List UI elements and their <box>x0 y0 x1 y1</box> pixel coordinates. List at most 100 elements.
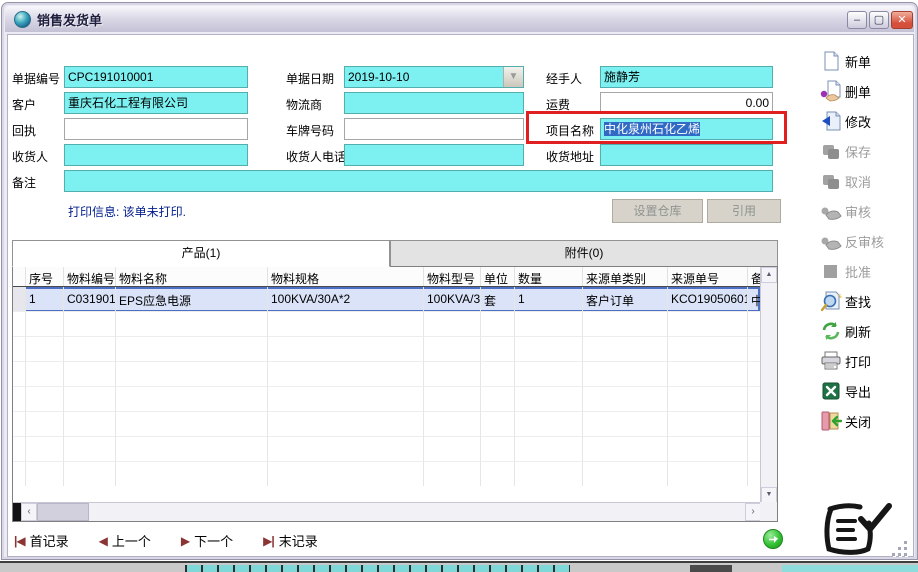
vertical-scrollbar[interactable]: ▲ ▼ <box>760 267 777 503</box>
doc-no-label: 单据编号 <box>12 70 60 87</box>
receipt-field[interactable] <box>64 118 248 140</box>
consignee-phone-field[interactable] <box>344 144 524 166</box>
sidebar-button-new-doc[interactable]: 新单 <box>820 50 914 72</box>
sidebar-button-label: 新单 <box>845 52 871 71</box>
delivery-address-field[interactable] <box>600 144 773 166</box>
table-body: 1C0319013EPS应急电源100KVA/30A*2100KVA/30A*2… <box>13 287 760 486</box>
table-cell: 1 <box>515 287 583 312</box>
sidebar-button-label: 查找 <box>845 292 871 311</box>
column-header[interactable] <box>13 267 26 286</box>
empty-row <box>13 387 760 412</box>
screen: 销售发货单 – ▢ ✕ 单据编号 CPC191010001 单据日期 2019-… <box>0 0 918 572</box>
sketch-document-check-icon <box>815 496 895 567</box>
nav-first-record[interactable]: |◀首记录 <box>14 531 69 550</box>
tab-attachments[interactable]: 附件(0) <box>390 240 778 267</box>
nav-last-record[interactable]: ▶|末记录 <box>263 531 318 550</box>
table-cell: 1 <box>26 287 64 312</box>
delivery-address-label: 收货地址 <box>546 148 594 165</box>
nav-prev-record[interactable]: ◀上一个 <box>99 531 151 550</box>
consignee-field[interactable] <box>64 144 248 166</box>
doc-date-field[interactable]: 2019-10-10 ▼ <box>344 66 524 88</box>
sidebar-button-cancel: 取消 <box>820 170 914 192</box>
table-row[interactable]: 1C0319013EPS应急电源100KVA/30A*2100KVA/30A*2… <box>13 287 760 312</box>
consignee-label: 收货人 <box>12 148 48 165</box>
consignee-phone-label: 收货人电话 <box>286 148 346 165</box>
sidebar-button-search[interactable]: 查找 <box>820 290 914 312</box>
hscroll-thumb[interactable] <box>37 503 89 521</box>
close-button[interactable]: ✕ <box>891 11 913 29</box>
column-header[interactable]: 数量 <box>515 267 583 286</box>
doc-no-field[interactable]: CPC191010001 <box>64 66 248 88</box>
project-field[interactable]: 中化泉州石化乙烯 <box>600 118 773 140</box>
plate-no-label: 车牌号码 <box>286 122 334 139</box>
scroll-down-icon[interactable]: ▼ <box>761 487 777 503</box>
cancel-icon <box>820 170 842 192</box>
sidebar-button-export[interactable]: 导出 <box>820 380 914 402</box>
sidebar-button-print[interactable]: 打印 <box>820 350 914 372</box>
sidebar-button-close-app[interactable]: 关闭 <box>820 410 914 432</box>
items-table: 序号物料编号物料名称物料规格物料型号单位数量来源单类别来源单号备注 1C0319… <box>12 266 778 522</box>
empty-row <box>13 462 760 486</box>
title-bar[interactable]: 销售发货单 <box>5 6 914 32</box>
table-cell: 中 <box>748 287 760 312</box>
sidebar-button-label: 反审核 <box>845 232 884 251</box>
sidebar-button-refresh[interactable]: 刷新 <box>820 320 914 342</box>
maximize-button[interactable]: ▢ <box>869 11 889 29</box>
logistics-label: 物流商 <box>286 96 322 113</box>
doc-date-label: 单据日期 <box>286 70 334 87</box>
column-header[interactable]: 单位 <box>481 267 515 286</box>
date-dropdown-icon[interactable]: ▼ <box>503 67 523 87</box>
empty-row <box>13 312 760 337</box>
column-header[interactable]: 序号 <box>26 267 64 286</box>
print-info-text: 打印信息: 该单未打印. <box>68 203 186 220</box>
handler-field[interactable]: 施静芳 <box>600 66 773 88</box>
background-window-sliver <box>0 561 918 572</box>
table-cell: EPS应急电源 <box>116 287 268 312</box>
table-cell: 100KVA/30A*2 <box>268 287 424 312</box>
column-header[interactable]: 物料型号 <box>424 267 481 286</box>
empty-row <box>13 362 760 387</box>
empty-row <box>13 337 760 362</box>
audit-icon <box>820 200 842 222</box>
sidebar-button-label: 关闭 <box>845 412 871 431</box>
scroll-up-icon[interactable]: ▲ <box>761 267 777 283</box>
nav-next-record[interactable]: ▶下一个 <box>181 531 233 550</box>
scroll-right-icon[interactable]: › <box>745 503 761 521</box>
column-header[interactable]: 物料编号 <box>64 267 116 286</box>
handler-label: 经手人 <box>546 70 582 87</box>
logistics-field[interactable] <box>344 92 524 114</box>
freight-label: 运费 <box>546 96 570 113</box>
window-globe-icon <box>14 11 31 28</box>
sidebar-button-label: 打印 <box>845 352 871 371</box>
remark-field[interactable] <box>64 170 773 192</box>
freight-field[interactable]: 0.00 <box>600 92 773 114</box>
minimize-button[interactable]: – <box>847 11 867 29</box>
column-header[interactable]: 来源单类别 <box>583 267 668 286</box>
resize-grip[interactable] <box>893 542 909 558</box>
column-header[interactable]: 来源单号 <box>668 267 748 286</box>
horizontal-scrollbar[interactable]: ‹ › <box>13 502 761 521</box>
sidebar-button-label: 取消 <box>845 172 871 191</box>
scroll-left-icon[interactable]: ‹ <box>21 503 37 521</box>
refresh-icon <box>820 320 842 342</box>
column-header[interactable]: 物料名称 <box>116 267 268 286</box>
sidebar-button-label: 刷新 <box>845 322 871 341</box>
sidebar-button-audit: 审核 <box>820 200 914 222</box>
customer-label: 客户 <box>12 96 36 113</box>
last-record-icon: ▶| <box>263 534 274 548</box>
export-icon <box>820 380 842 402</box>
plate-no-field[interactable] <box>344 118 524 140</box>
customer-field[interactable]: 重庆石化工程有限公司 <box>64 92 248 114</box>
tab-products[interactable]: 产品(1) <box>12 240 390 267</box>
receipt-label: 回执 <box>12 122 36 139</box>
column-header[interactable]: 物料规格 <box>268 267 424 286</box>
sidebar-button-label: 修改 <box>845 112 871 131</box>
unaudit-icon <box>820 230 842 252</box>
sidebar-button-edit-doc[interactable]: 修改 <box>820 110 914 132</box>
new-doc-icon <box>820 50 842 72</box>
delete-doc-icon <box>820 80 842 102</box>
empty-row <box>13 412 760 437</box>
column-header[interactable]: 备注 <box>748 267 760 286</box>
sidebar-button-delete-doc[interactable]: 删单 <box>820 80 914 102</box>
table-cell: C0319013 <box>64 287 116 312</box>
